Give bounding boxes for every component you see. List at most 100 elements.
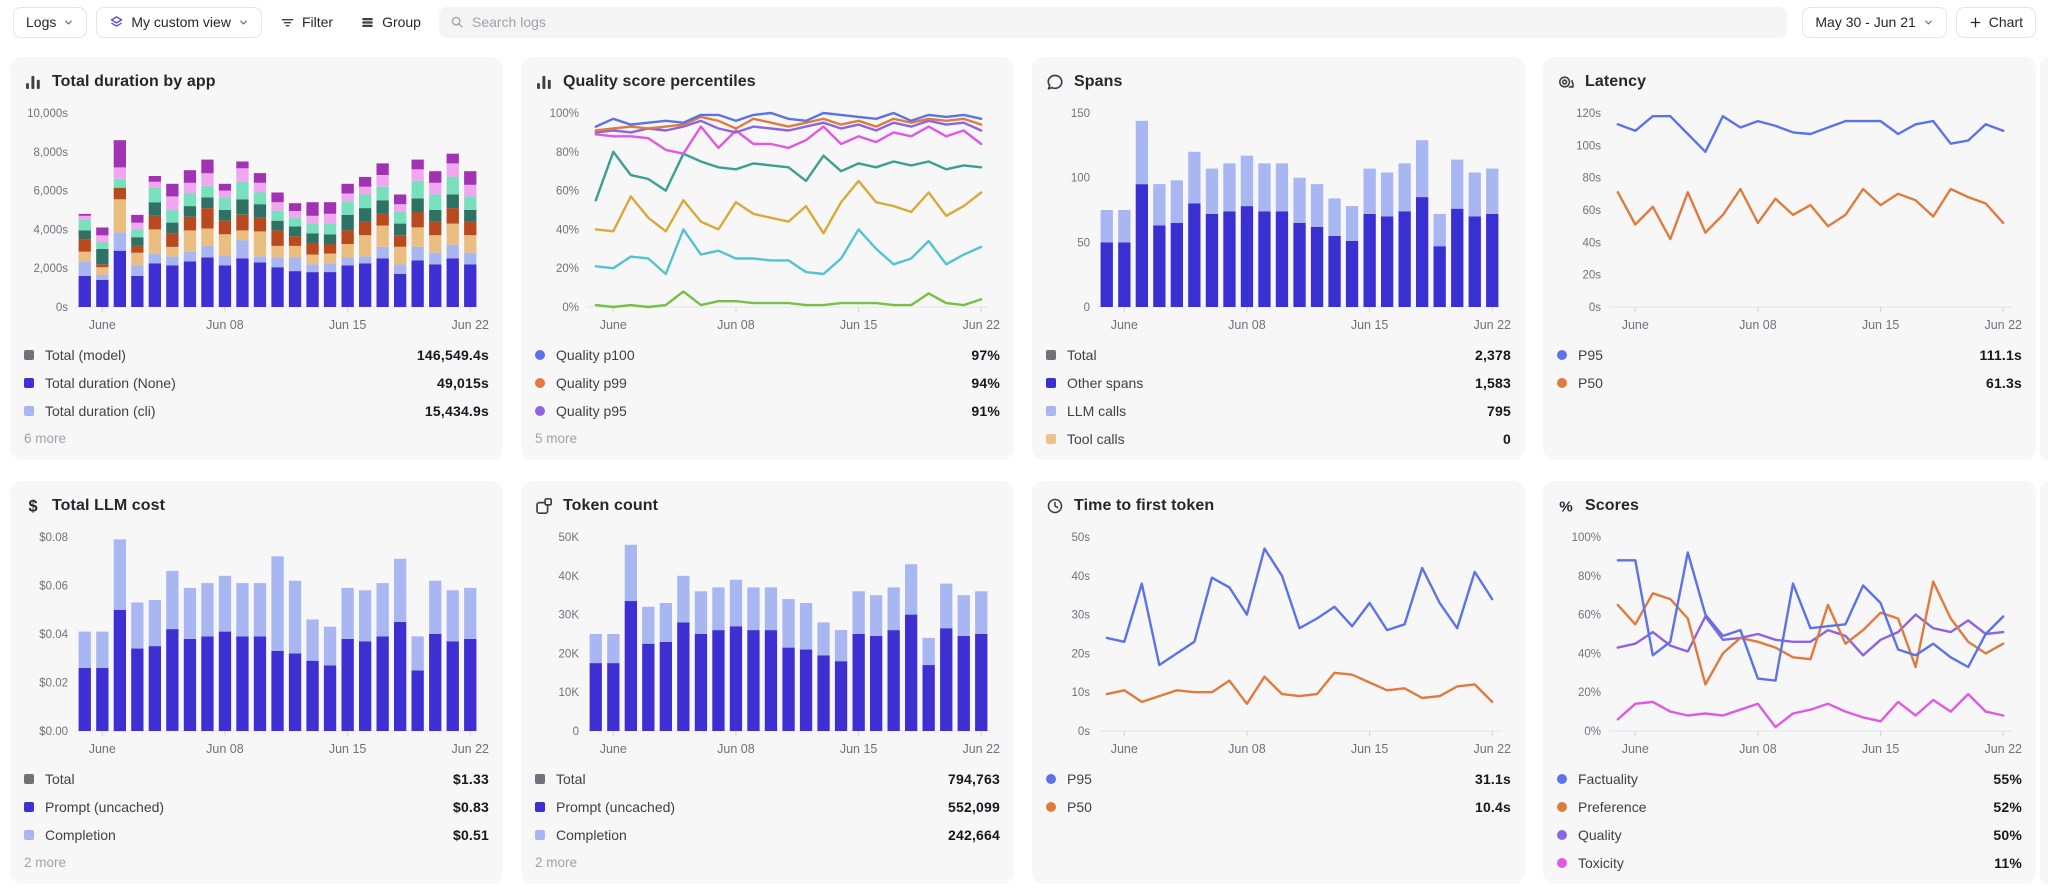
- search-placeholder: Search logs: [472, 14, 546, 30]
- legend-label: P50: [1067, 799, 1092, 815]
- legend-label: Toxicity: [1578, 855, 1624, 871]
- legend-value: 94%: [971, 375, 1000, 391]
- legend-value: 55%: [1993, 771, 2022, 787]
- add-chart-button[interactable]: Chart: [1956, 7, 2036, 38]
- spans-chart[interactable]: 050100150JuneJun 08Jun 15Jun 22: [1046, 99, 1511, 339]
- filter-button-label: Filter: [302, 14, 333, 30]
- legend-item[interactable]: LLM calls 795: [1046, 397, 1511, 425]
- filter-button[interactable]: Filter: [271, 7, 342, 38]
- legend-item[interactable]: Preference52%: [1557, 793, 2022, 821]
- svg-text:June: June: [1111, 742, 1138, 756]
- panel-header: Spans: [1046, 71, 1511, 93]
- group-rows-icon: [360, 15, 375, 30]
- view-dropdown[interactable]: My custom view: [96, 7, 262, 38]
- legend-value: 52%: [1993, 799, 2022, 815]
- legend-item[interactable]: P9531.1s: [1046, 765, 1511, 793]
- logs-dropdown[interactable]: Logs: [13, 7, 87, 38]
- legend-value: 1,583: [1475, 375, 1511, 391]
- svg-text:20s: 20s: [1582, 270, 1601, 282]
- group-button[interactable]: Group: [351, 7, 430, 38]
- legend-swatch: [1046, 802, 1056, 812]
- chart-legend: Total794,763Prompt (uncached)552,099Comp…: [535, 765, 1000, 849]
- legend-label: Quality p95: [556, 403, 627, 419]
- latency-chart[interactable]: 0s20s40s60s80s100s120sJuneJun 08Jun 15Ju…: [1557, 99, 2022, 339]
- chart-legend: P9531.1sP5010.4s: [1046, 765, 1511, 821]
- llm-cost-chart[interactable]: $0.00$0.02$0.04$0.06$0.08JuneJun 08Jun 1…: [24, 523, 489, 763]
- quality-percentiles-chart[interactable]: 0%20%40%60%80%100%JuneJun 08Jun 15Jun 22: [535, 99, 1000, 339]
- legend-item[interactable]: Total794,763: [535, 765, 1000, 793]
- scores-chart[interactable]: 0%20%40%60%80%100%JuneJun 08Jun 15Jun 22: [1557, 523, 2022, 763]
- dollar-icon: $: [24, 497, 42, 515]
- svg-text:Jun 22: Jun 22: [451, 318, 489, 332]
- svg-text:$0.08: $0.08: [39, 532, 68, 544]
- date-range-picker[interactable]: May 30 - Jun 21: [1802, 7, 1946, 38]
- svg-text:Jun 22: Jun 22: [451, 742, 489, 756]
- legend-label: Prompt (uncached): [45, 799, 164, 815]
- legend-item[interactable]: Quality p9591%: [535, 397, 1000, 425]
- svg-text:Jun 15: Jun 15: [1862, 742, 1900, 756]
- add-chart-label: Chart: [1989, 14, 2023, 30]
- svg-text:$0.04: $0.04: [39, 629, 68, 641]
- legend-item[interactable]: P95111.1s: [1557, 341, 2022, 369]
- svg-text:10K: 10K: [559, 687, 580, 699]
- legend-item[interactable]: Total duration (cli)15,434.9s: [24, 397, 489, 425]
- legend-value: 111.1s: [1980, 347, 2022, 363]
- legend-item[interactable]: Total (model)146,549.4s: [24, 341, 489, 369]
- svg-text:100: 100: [1071, 173, 1090, 185]
- search-input[interactable]: Search logs: [439, 7, 1787, 38]
- svg-text:Jun 22: Jun 22: [962, 742, 1000, 756]
- legend-label: Factuality: [1578, 771, 1638, 787]
- legend-swatch: [1557, 830, 1567, 840]
- panel-header: $ Total LLM cost: [24, 495, 489, 517]
- legend-label: Completion: [556, 827, 627, 843]
- chevron-down-icon: [1923, 17, 1934, 28]
- legend-swatch: [535, 802, 545, 812]
- legend-label: Total duration (None): [45, 375, 176, 391]
- panel-scores: % Scores 0%20%40%60%80%100%JuneJun 08Jun…: [1543, 481, 2036, 884]
- svg-text:$: $: [28, 498, 37, 515]
- chart-legend: Total$1.33Prompt (uncached)$0.83Completi…: [24, 765, 489, 849]
- legend-label: LLM calls: [1067, 403, 1126, 419]
- show-more-link[interactable]: 2 more: [24, 849, 489, 875]
- token-icon: [535, 497, 553, 515]
- legend-item[interactable]: P5010.4s: [1046, 793, 1511, 821]
- show-more-link[interactable]: 6 more: [24, 425, 489, 451]
- legend-item[interactable]: Completion242,664: [535, 821, 1000, 849]
- legend-item[interactable]: Quality50%: [1557, 821, 2022, 849]
- svg-text:Jun 08: Jun 08: [1739, 318, 1777, 332]
- panel-title: Total LLM cost: [52, 497, 165, 515]
- panel-title: Quality score percentiles: [563, 73, 756, 91]
- legend-label: Total: [45, 771, 75, 787]
- legend-item[interactable]: Total duration (None)49,015s: [24, 369, 489, 397]
- partial-panel: [2040, 57, 2048, 460]
- legend-value: 795: [1487, 403, 1511, 419]
- legend-swatch: [1557, 774, 1567, 784]
- legend-item[interactable]: Quality p9994%: [535, 369, 1000, 397]
- legend-item[interactable]: P5061.3s: [1557, 369, 2022, 397]
- token-count-chart[interactable]: 010K20K30K40K50KJuneJun 08Jun 15Jun 22: [535, 523, 1000, 763]
- legend-label: Total: [556, 771, 586, 787]
- legend-item[interactable]: Total$1.33: [24, 765, 489, 793]
- chart-legend: Quality p10097%Quality p9994%Quality p95…: [535, 341, 1000, 425]
- svg-text:80%: 80%: [556, 147, 579, 159]
- legend-item[interactable]: Other spans1,583: [1046, 369, 1511, 397]
- legend-item[interactable]: Quality p10097%: [535, 341, 1000, 369]
- svg-text:Jun 22: Jun 22: [1473, 318, 1511, 332]
- legend-swatch: [535, 406, 545, 416]
- show-more-link[interactable]: 2 more: [535, 849, 1000, 875]
- time-to-first-token-chart[interactable]: 0s10s20s30s40s50sJuneJun 08Jun 15Jun 22: [1046, 523, 1511, 763]
- svg-text:June: June: [1622, 742, 1649, 756]
- legend-item[interactable]: Toxicity11%: [1557, 849, 2022, 877]
- legend-swatch: [1046, 406, 1056, 416]
- svg-text:80s: 80s: [1582, 173, 1601, 185]
- legend-item[interactable]: Prompt (uncached)$0.83: [24, 793, 489, 821]
- legend-item[interactable]: Factuality 55%: [1557, 765, 2022, 793]
- show-more-link[interactable]: 5 more: [535, 425, 1000, 451]
- legend-item[interactable]: Total2,378: [1046, 341, 1511, 369]
- legend-item[interactable]: Prompt (uncached)552,099: [535, 793, 1000, 821]
- svg-text:Jun 15: Jun 15: [840, 318, 878, 332]
- legend-item[interactable]: Completion$0.51: [24, 821, 489, 849]
- total-duration-chart[interactable]: 0s2,000s4,000s6,000s8,000s10,000sJuneJun…: [24, 99, 489, 339]
- legend-item[interactable]: Tool calls0: [1046, 425, 1511, 453]
- legend-swatch: [1046, 434, 1056, 444]
